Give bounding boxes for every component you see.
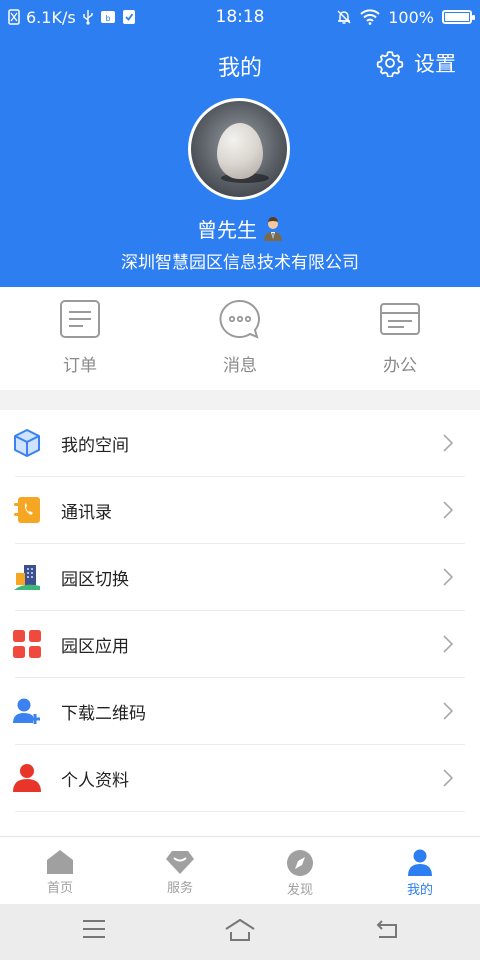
- menu-list: 我的空间 通讯录 园区切换 园区应用 下载二维码 个人资料: [0, 410, 480, 836]
- gear-icon: [376, 51, 404, 77]
- tab-label: 服务: [166, 881, 193, 896]
- contacts-icon: [14, 497, 40, 523]
- username-row: 曾先生: [0, 214, 480, 243]
- menu-item-park-switch[interactable]: 园区切换: [0, 544, 480, 611]
- chevron-right-icon: [443, 635, 454, 653]
- office-icon: [380, 303, 420, 335]
- status-bar: 6.1K/s b 18:18 100%: [0, 0, 480, 34]
- quick-action-office[interactable]: 办公: [320, 287, 480, 390]
- message-icon: [219, 299, 260, 339]
- order-icon: [60, 300, 100, 338]
- businessman-icon: [264, 216, 282, 241]
- quick-action-label: 订单: [63, 356, 97, 376]
- apps-grid-icon: [13, 630, 41, 658]
- chevron-right-icon: [443, 702, 454, 720]
- home-nav-icon[interactable]: [224, 918, 256, 942]
- back-icon[interactable]: [374, 918, 400, 940]
- service-icon: [166, 851, 194, 874]
- menu-item-label: 园区切换: [61, 570, 129, 590]
- quick-action-label: 消息: [223, 356, 257, 376]
- menu-item-download-qr[interactable]: 下载二维码: [0, 678, 480, 745]
- wifi-icon: [360, 9, 380, 25]
- add-user-icon: [13, 698, 40, 724]
- park-switch-icon: [14, 565, 40, 590]
- menu-icon[interactable]: [82, 918, 106, 940]
- menu-item-label: 园区应用: [61, 637, 129, 657]
- quick-action-message[interactable]: 消息: [160, 287, 320, 390]
- menu-item-contacts[interactable]: 通讯录: [0, 477, 480, 544]
- quick-action-label: 办公: [383, 356, 417, 376]
- company-name: 深圳智慧园区信息技术有限公司: [121, 253, 359, 273]
- person-icon: [13, 764, 41, 792]
- tab-home[interactable]: 首页: [0, 837, 120, 904]
- menu-item-label: 个人资料: [61, 771, 129, 791]
- chevron-right-icon: [443, 568, 454, 586]
- menu-item-park-apps[interactable]: 园区应用: [0, 611, 480, 678]
- home-icon: [47, 850, 73, 874]
- quick-action-order[interactable]: 订单: [0, 287, 160, 390]
- menu-item-label: 我的空间: [61, 436, 129, 456]
- menu-item-my-space[interactable]: 我的空间: [0, 410, 480, 477]
- tab-discover[interactable]: 发现: [240, 837, 360, 904]
- battery-fill: [445, 13, 469, 21]
- avatar[interactable]: [188, 98, 290, 200]
- silent-bell-icon: [337, 10, 351, 24]
- avatar-egg: [217, 123, 263, 179]
- chevron-right-icon: [443, 434, 454, 452]
- battery-percent: 100%: [388, 7, 434, 27]
- battery-icon: [442, 10, 475, 24]
- menu-item-label: 下载二维码: [61, 704, 146, 724]
- profile-icon: [408, 849, 432, 876]
- bottom-tab-bar: 首页 服务 发现 我的: [0, 836, 480, 904]
- tab-label: 首页: [46, 881, 73, 896]
- tab-label: 我的: [406, 883, 433, 898]
- quick-actions: 订单 消息 办公: [0, 287, 480, 390]
- username: 曾先生: [197, 218, 257, 242]
- discover-icon: [287, 850, 313, 876]
- tab-profile[interactable]: 我的: [360, 837, 480, 904]
- tab-label: 发现: [286, 883, 313, 898]
- cube-icon: [14, 429, 40, 457]
- chevron-right-icon: [443, 769, 454, 787]
- menu-item-personal-info[interactable]: 个人资料: [0, 745, 480, 812]
- chevron-right-icon: [443, 501, 454, 519]
- settings-label: 设置: [414, 52, 456, 76]
- profile-header: 我的 设置 曾先生 深圳智慧园区信息技术有限公司: [0, 34, 480, 287]
- settings-button[interactable]: 设置: [376, 48, 456, 78]
- tab-service[interactable]: 服务: [120, 837, 240, 904]
- menu-item-label: 通讯录: [61, 503, 112, 523]
- system-nav-bar: [0, 904, 480, 960]
